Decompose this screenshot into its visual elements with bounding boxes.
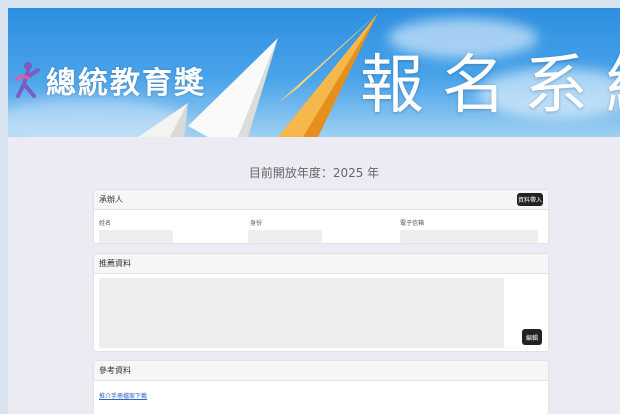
banner-title: 報名系統 [360,49,620,123]
identity-field[interactable] [248,230,322,243]
edit-button[interactable]: 編輯 [522,329,542,345]
recommendation-card: 推薦資料 編輯 [93,253,549,352]
brand-logo: 總統教育獎 [14,58,206,102]
name-field[interactable] [99,230,173,243]
card-title: 推薦資料 [99,259,131,268]
open-year-text: 目前開放年度：2025 年 [248,166,380,180]
page-frame: 總統教育獎 報名系統 目前開放年度：2025 年 承辦人 資料帶入 姓名 身份 … [8,8,620,414]
recommendation-content-area[interactable] [99,278,504,348]
field-label-email: 電子信箱 [400,220,425,227]
field-label-name: 姓名 [99,220,112,227]
email-field[interactable] [400,230,538,243]
card-title: 參考資料 [99,366,131,375]
card-header: 承辦人 資料帶入 [94,190,548,210]
brand-name: 總統教育獎 [46,66,206,101]
field-label-identity: 身份 [250,220,263,227]
contact-person-card: 承辦人 資料帶入 姓名 身份 電子信箱 [93,189,549,244]
card-header: 推薦資料 [94,254,548,274]
manual-download-link[interactable]: 推介手冊檔案下載 [99,391,147,400]
card-title: 承辦人 [99,195,123,204]
card-header: 參考資料 [94,361,548,381]
reference-card: 參考資料 推介手冊檔案下載 [93,360,549,414]
figure-logo-icon [14,62,40,98]
import-data-button[interactable]: 資料帶入 [517,193,543,206]
hero-banner: 總統教育獎 報名系統 [8,8,620,137]
